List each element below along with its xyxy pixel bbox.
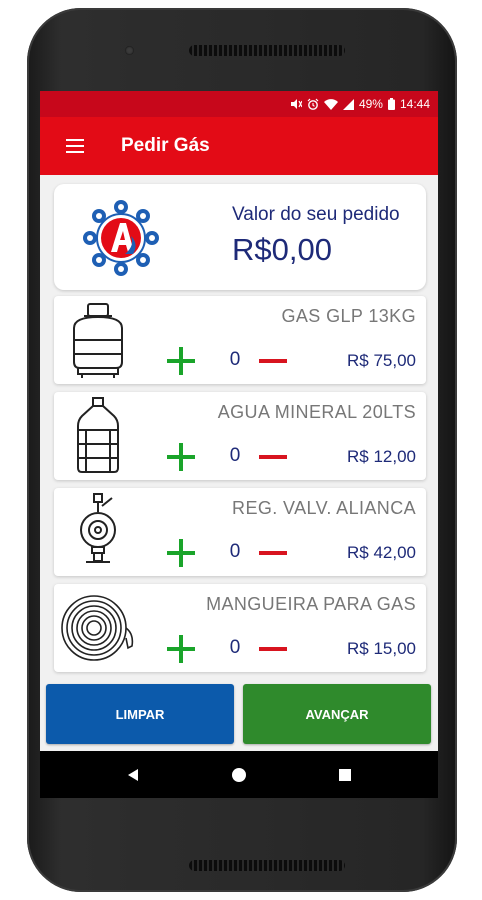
decrease-quantity-button[interactable] <box>258 538 288 568</box>
product-card-agua-mineral: AGUA MINERAL 20LTS 0 R$ 12,00 <box>54 392 426 480</box>
home-icon[interactable] <box>224 760 254 790</box>
status-bar: 49% 14:44 <box>40 91 438 117</box>
back-icon[interactable] <box>118 760 148 790</box>
decrease-quantity-button[interactable] <box>258 346 288 376</box>
alarm-icon <box>307 98 319 110</box>
product-card-regulador: REG. VALV. ALIANCA 0 R$ 42,00 <box>54 488 426 576</box>
front-camera <box>125 46 134 55</box>
increase-quantity-button[interactable] <box>166 538 196 568</box>
decrease-quantity-button[interactable] <box>258 442 288 472</box>
product-quantity: 0 <box>229 349 241 370</box>
hamburger-menu-icon[interactable] <box>40 117 110 175</box>
signal-icon <box>342 98 354 110</box>
battery-icon <box>387 98 395 110</box>
system-nav-bar <box>40 751 438 798</box>
gas-hose-icon <box>61 595 134 661</box>
product-card-mangueira: MANGUEIRA PARA GAS 0 R$ 15,00 <box>54 584 426 672</box>
bottom-speaker <box>189 860 345 871</box>
app-title: Pedir Gás <box>121 135 210 156</box>
product-quantity: 0 <box>229 541 241 562</box>
product-name: REG. VALV. ALIANCA <box>232 498 416 518</box>
product-name: AGUA MINERAL 20LTS <box>217 402 416 422</box>
mute-icon <box>290 98 302 110</box>
gas-regulator-icon <box>80 493 116 563</box>
product-price: R$ 75,00 <box>347 351 416 370</box>
product-quantity: 0 <box>229 637 241 658</box>
increase-quantity-button[interactable] <box>166 442 196 472</box>
battery-percent: 49% <box>358 97 383 111</box>
increase-quantity-button[interactable] <box>166 634 196 664</box>
decrease-quantity-button[interactable] <box>258 634 288 664</box>
product-price: R$ 15,00 <box>347 639 416 658</box>
order-summary-card: Valor do seu pedido R$0,00 <box>54 184 426 290</box>
water-jug-icon <box>77 397 119 473</box>
product-name: MANGUEIRA PARA GAS <box>206 594 416 614</box>
product-price: R$ 12,00 <box>347 447 416 466</box>
product-card-gas-glp: GAS GLP 13KG 0 R$ 75,00 <box>54 296 426 384</box>
app-screen: 49% 14:44 Pedir Gás Valor do seu pedido … <box>40 91 438 798</box>
earpiece-speaker <box>189 45 345 56</box>
app-bar: Pedir Gás <box>40 117 438 175</box>
clear-button[interactable]: LIMPAR <box>46 684 234 744</box>
brand-logo <box>83 200 159 276</box>
order-total-label: Valor do seu pedido <box>232 204 400 225</box>
next-button[interactable]: AVANÇAR <box>243 684 431 744</box>
gas-cylinder-icon <box>73 303 123 378</box>
clock: 14:44 <box>399 97 430 111</box>
product-quantity: 0 <box>229 445 241 466</box>
increase-quantity-button[interactable] <box>166 346 196 376</box>
order-total-value: R$0,00 <box>232 232 332 267</box>
recents-icon[interactable] <box>330 760 360 790</box>
product-price: R$ 42,00 <box>347 543 416 562</box>
wifi-icon <box>323 98 338 110</box>
product-name: GAS GLP 13KG <box>281 306 416 326</box>
